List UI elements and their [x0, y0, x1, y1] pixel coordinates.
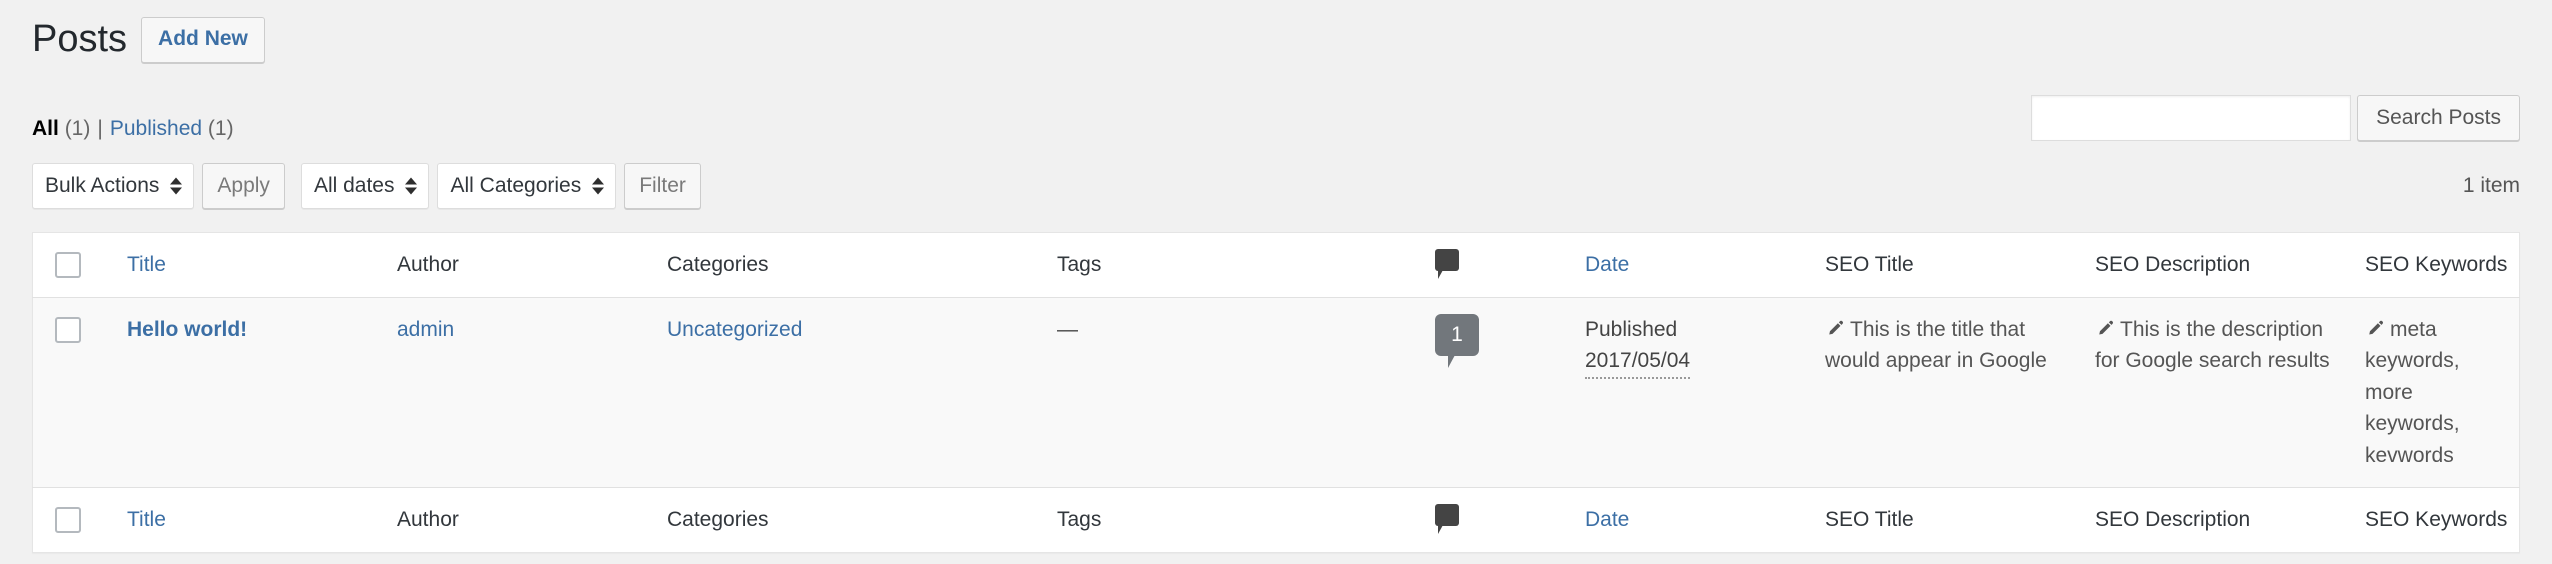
- apply-button[interactable]: Apply: [202, 163, 285, 209]
- row-comments-cell: 1: [1425, 297, 1575, 488]
- search-input[interactable]: [2031, 95, 2352, 141]
- comment-count-value[interactable]: 1: [1435, 313, 1479, 356]
- pencil-icon: [1825, 319, 1844, 338]
- search-box: Search Posts: [2031, 95, 2520, 141]
- add-new-button[interactable]: Add New: [141, 17, 265, 63]
- bulk-actions-select[interactable]: Bulk Actions: [32, 163, 195, 209]
- status-separator: |: [97, 117, 103, 140]
- table-header-row: Title Author Categories Tags Date SEO Ti…: [32, 232, 2520, 298]
- row-title-cell: Hello world!: [117, 297, 387, 488]
- filter-button[interactable]: Filter: [624, 163, 701, 209]
- status-count-published: (1): [207, 117, 234, 140]
- column-header-title[interactable]: Title: [117, 232, 387, 298]
- tablenav-actions: Bulk Actions Apply All dates All Categor…: [32, 163, 717, 209]
- page-header: Posts Add New: [32, 0, 2520, 63]
- row-seo-keywords-cell[interactable]: meta keywords, more keywords, kevwords: [2355, 297, 2520, 488]
- column-header-date-link[interactable]: Date: [1585, 253, 1629, 276]
- footer-column-header-checkbox: [32, 487, 117, 552]
- footer-column-header-seo-keywords: SEO Keywords: [2355, 487, 2520, 552]
- row-select-checkbox[interactable]: [55, 316, 81, 343]
- post-author-link[interactable]: admin: [397, 318, 454, 341]
- post-tags-value: —: [1057, 317, 1078, 341]
- footer-column-header-title[interactable]: Title: [117, 487, 387, 552]
- column-header-title-link[interactable]: Title: [127, 253, 166, 276]
- status-link-published[interactable]: Published: [110, 117, 202, 140]
- row-author-cell: admin: [387, 297, 657, 488]
- post-date-value: 2017/05/04: [1585, 345, 1691, 379]
- post-category-link[interactable]: Uncategorized: [667, 318, 802, 341]
- column-header-seo-description: SEO Description: [2085, 232, 2355, 298]
- row-tags-cell: —: [1047, 297, 1425, 488]
- status-link-all-item: All (1): [32, 117, 90, 140]
- footer-column-header-categories: Categories: [657, 487, 1047, 552]
- posts-table: Title Author Categories Tags Date SEO Ti…: [32, 232, 2520, 553]
- footer-column-header-seo-title: SEO Title: [1815, 487, 2085, 552]
- posts-admin-page: Posts Add New All (1) | Published (1) Sear…: [0, 0, 2552, 564]
- column-header-seo-keywords: SEO Keywords: [2355, 232, 2520, 298]
- post-date-status: Published: [1585, 317, 1678, 341]
- row-categories-cell: Uncategorized: [657, 297, 1047, 488]
- status-link-published-item: Published (1): [110, 117, 234, 140]
- row-checkbox-cell: [32, 297, 117, 488]
- bulk-actions-select-value: Bulk Actions: [45, 174, 160, 197]
- status-separator-item: |: [90, 117, 109, 140]
- row-seo-title-cell[interactable]: This is the title that would appear in G…: [1815, 297, 2085, 488]
- status-link-all[interactable]: All: [32, 117, 59, 140]
- comment-bubble-icon: [1435, 249, 1459, 279]
- posts-table-head: Title Author Categories Tags Date SEO Ti…: [32, 232, 2520, 298]
- search-submit-button[interactable]: Search Posts: [2357, 95, 2520, 141]
- row-seo-description-cell[interactable]: This is the description for Google searc…: [2085, 297, 2355, 488]
- select-all-checkbox-bottom[interactable]: [55, 507, 81, 534]
- comment-count-bubble[interactable]: 1: [1435, 313, 1479, 368]
- category-filter-select-value: All Categories: [450, 174, 582, 197]
- column-header-date[interactable]: Date: [1575, 232, 1815, 298]
- date-filter-select[interactable]: All dates: [300, 163, 430, 209]
- comment-bubble-icon: [1435, 504, 1459, 534]
- footer-column-header-author: Author: [387, 487, 657, 552]
- table-row: Hello world! admin Uncategorized — 1 Pub…: [32, 297, 2520, 488]
- post-seo-keywords-value: meta keywords, more keywords, kevwords: [2365, 317, 2460, 467]
- status-filter-links: All (1) | Published (1): [32, 108, 234, 150]
- posts-table-body: Hello world! admin Uncategorized — 1 Pub…: [32, 297, 2520, 488]
- footer-column-header-seo-description: SEO Description: [2085, 487, 2355, 552]
- post-seo-title-value: This is the title that would appear in G…: [1825, 317, 2047, 373]
- status-count-all: (1): [64, 117, 91, 140]
- post-seo-description-value: This is the description for Google searc…: [2095, 317, 2330, 373]
- page-title: Posts: [32, 18, 128, 61]
- column-header-seo-title: SEO Title: [1815, 232, 2085, 298]
- footer-column-header-tags: Tags: [1047, 487, 1425, 552]
- footer-column-header-title-link[interactable]: Title: [127, 508, 166, 531]
- posts-table-foot: Title Author Categories Tags Date SEO Ti…: [32, 487, 2520, 552]
- column-header-comments: [1425, 232, 1575, 298]
- post-title-link[interactable]: Hello world!: [127, 318, 247, 341]
- column-header-tags: Tags: [1047, 232, 1425, 298]
- item-count: 1 item: [2462, 174, 2520, 197]
- pencil-icon: [2365, 319, 2384, 338]
- column-header-categories: Categories: [657, 232, 1047, 298]
- chevron-updown-icon: [592, 177, 605, 195]
- footer-column-header-comments: [1425, 487, 1575, 552]
- chevron-updown-icon: [405, 177, 418, 195]
- chevron-updown-icon: [170, 177, 183, 195]
- footer-column-header-date[interactable]: Date: [1575, 487, 1815, 552]
- row-date-cell: Published 2017/05/04: [1575, 297, 1815, 488]
- select-all-checkbox-top[interactable]: [55, 252, 81, 279]
- tablenav-top: Bulk Actions Apply All dates All Categor…: [32, 163, 2520, 215]
- table-footer-row: Title Author Categories Tags Date SEO Ti…: [32, 487, 2520, 552]
- footer-column-header-date-link[interactable]: Date: [1585, 508, 1629, 531]
- column-header-author: Author: [387, 232, 657, 298]
- column-header-checkbox: [32, 232, 117, 298]
- date-filter-select-value: All dates: [313, 174, 395, 197]
- pencil-icon: [2095, 319, 2114, 338]
- category-filter-select[interactable]: All Categories: [437, 163, 617, 209]
